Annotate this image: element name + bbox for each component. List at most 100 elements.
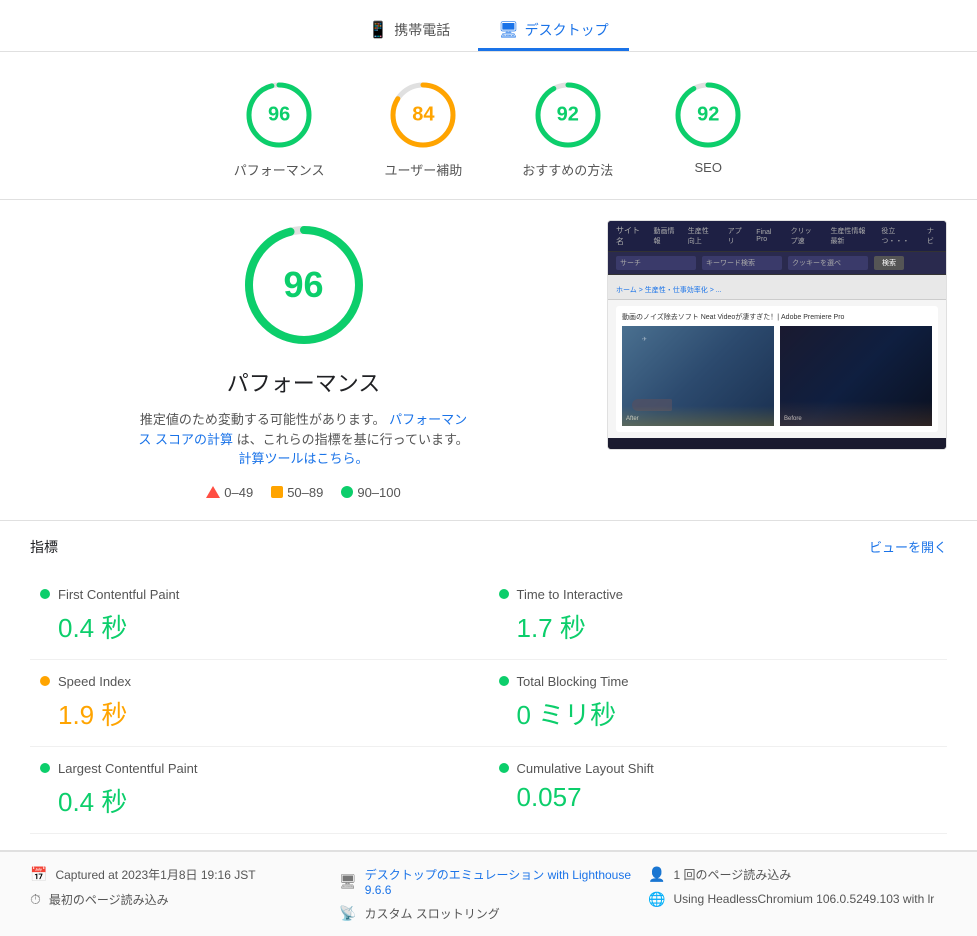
page-screenshot: サイト名 動画情報 生産性向上 アプリ Final Pro クリップ速 生産性情… [607,220,947,450]
footer-captured-at-text: Captured at 2023年1月8日 19:16 JST [55,866,255,883]
metric-tti-dot [499,589,509,599]
metric-fcp-dot [40,589,50,599]
tab-bar: 📱 携帯電話 🖥 デスクトップ [0,0,977,52]
score-circle-accessibility: 84 [388,80,458,150]
score-circle-seo: 92 [673,80,743,150]
score-circle-best-practices: 92 [533,80,603,150]
footer-col-3: 👤 1 回のページ読み込み 🌐 Using HeadlessChromium 1… [648,866,947,922]
metric-fcp-header: First Contentful Paint [40,587,479,602]
big-score-circle: 96 [239,220,369,350]
footer-col-2: 🖥 デスクトップのエミュレーション with Lighthouse 9.6.6 … [339,866,638,922]
footer-browser: 🌐 Using HeadlessChromium 106.0.5249.103 … [648,891,947,908]
big-score-value: 96 [283,264,323,306]
metric-tti: Time to Interactive 1.7 秒 [489,573,948,660]
score-circle-performance: 96 [244,80,314,150]
footer-first-load: ⏱ 最初のページ読み込み [30,891,329,908]
performance-title: パフォーマンス [227,366,381,398]
screenshot-inner: サイト名 動画情報 生産性向上 アプリ Final Pro クリップ速 生産性情… [608,221,946,449]
footer-emulation: 🖥 デスクトップのエミュレーション with Lighthouse 9.6.6 [339,866,638,897]
view-link[interactable]: ビューを開く [869,537,947,556]
metric-fcp: First Contentful Paint 0.4 秒 [30,573,489,660]
score-accessibility: 84 ユーザー補助 [384,80,462,179]
metric-tti-name: Time to Interactive [517,587,623,602]
score-label-best-practices: おすすめの方法 [522,160,613,179]
metric-lcp-dot [40,763,50,773]
globe-icon: 🌐 [648,891,665,908]
metric-tbt-header: Total Blocking Time [499,674,938,689]
calendar-icon: 📅 [30,866,47,883]
metrics-header: 指標 ビューを開く [30,537,947,557]
metric-si-dot [40,676,50,686]
main-content: 96 パフォーマンス 推定値のため変動する可能性があります。 パフォーマンス ス… [0,200,977,521]
metric-tbt-name: Total Blocking Time [517,674,629,689]
monitor-icon: 🖥 [339,873,357,890]
tab-desktop-label: デスクトップ [525,20,609,40]
perf-link2[interactable]: 計算ツールはこちら。 [238,451,368,466]
metric-tti-header: Time to Interactive [499,587,938,602]
metric-si-header: Speed Index [40,674,479,689]
score-label-accessibility: ユーザー補助 [384,160,462,179]
legend-needs-improvement: 50–89 [271,485,323,500]
legend-good: 90–100 [341,485,400,500]
score-value-seo: 92 [697,104,719,127]
metric-si-value: 1.9 秒 [40,695,479,732]
score-value-performance: 96 [268,104,290,127]
metric-tti-value: 1.7 秒 [499,608,938,645]
metrics-section: 指標 ビューを開く First Contentful Paint 0.4 秒 T… [0,521,977,851]
metric-fcp-name: First Contentful Paint [58,587,179,602]
score-value-accessibility: 84 [412,104,434,127]
metric-tbt-value: 0 ミリ秒 [499,695,938,732]
footer-section: 📅 Captured at 2023年1月8日 19:16 JST ⏱ 最初のペ… [0,851,977,936]
footer-col-1: 📅 Captured at 2023年1月8日 19:16 JST ⏱ 最初のペ… [30,866,329,922]
clock-icon: ⏱ [30,891,41,908]
metric-cls-dot [499,763,509,773]
metric-cls-value: 0.057 [499,782,938,813]
perf-desc-text1: 推定値のため変動する可能性があります。 [140,412,386,427]
score-performance: 96 パフォーマンス [234,80,325,179]
metric-cls-name: Cumulative Layout Shift [517,761,654,776]
footer-throttling-text: カスタム スロットリング [364,905,499,922]
tab-mobile-label: 携帯電話 [394,20,450,40]
score-value-best-practices: 92 [557,104,579,127]
dot-icon [341,486,353,498]
square-icon [271,486,283,498]
metric-si-name: Speed Index [58,674,131,689]
footer-first-load-text: 最初のページ読み込み [49,891,169,908]
metric-cls-header: Cumulative Layout Shift [499,761,938,776]
tab-desktop[interactable]: 🖥 デスクトップ [478,12,628,51]
metric-tbt-dot [499,676,509,686]
perf-desc-text2: は、これらの指標を基に行っています。 [237,432,469,447]
score-seo: 92 SEO [673,80,743,179]
footer-captured-at: 📅 Captured at 2023年1月8日 19:16 JST [30,866,329,883]
score-legend: 0–49 50–89 90–100 [206,485,400,500]
mobile-icon: 📱 [368,20,388,40]
tab-mobile[interactable]: 📱 携帯電話 [348,12,470,51]
desktop-icon: 🖥 [498,20,518,40]
legend-good-label: 90–100 [357,485,400,500]
signal-icon: 📡 [339,905,356,922]
metrics-title: 指標 [30,537,58,557]
score-label-performance: パフォーマンス [234,160,325,179]
metric-lcp-value: 0.4 秒 [40,782,479,819]
metric-cls: Cumulative Layout Shift 0.057 [489,747,948,834]
metric-lcp-name: Largest Contentful Paint [58,761,197,776]
metric-lcp-header: Largest Contentful Paint [40,761,479,776]
footer-throttling: 📡 カスタム スロットリング [339,905,638,922]
metric-fcp-value: 0.4 秒 [40,608,479,645]
score-best-practices: 92 おすすめの方法 [522,80,613,179]
metric-si: Speed Index 1.9 秒 [30,660,489,747]
footer-browser-text: Using HeadlessChromium 106.0.5249.103 wi… [673,892,934,906]
metric-lcp: Largest Contentful Paint 0.4 秒 [30,747,489,834]
footer-page-loads: 👤 1 回のページ読み込み [648,866,947,883]
triangle-icon [206,486,220,498]
score-label-seo: SEO [695,160,722,175]
footer-emulation-link[interactable]: デスクトップのエミュレーション with Lighthouse 9.6.6 [365,866,638,897]
user-icon: 👤 [648,866,665,883]
scores-section: 96 パフォーマンス 84 ユーザー補助 92 おすすめの方法 [0,52,977,200]
footer-page-loads-text: 1 回のページ読み込み [673,866,791,883]
legend-poor: 0–49 [206,485,253,500]
performance-description: 推定値のため変動する可能性があります。 パフォーマンス スコアの計算 は、これら… [134,410,474,469]
performance-panel: 96 パフォーマンス 推定値のため変動する可能性があります。 パフォーマンス ス… [30,220,577,500]
metric-tbt: Total Blocking Time 0 ミリ秒 [489,660,948,747]
legend-poor-label: 0–49 [224,485,253,500]
